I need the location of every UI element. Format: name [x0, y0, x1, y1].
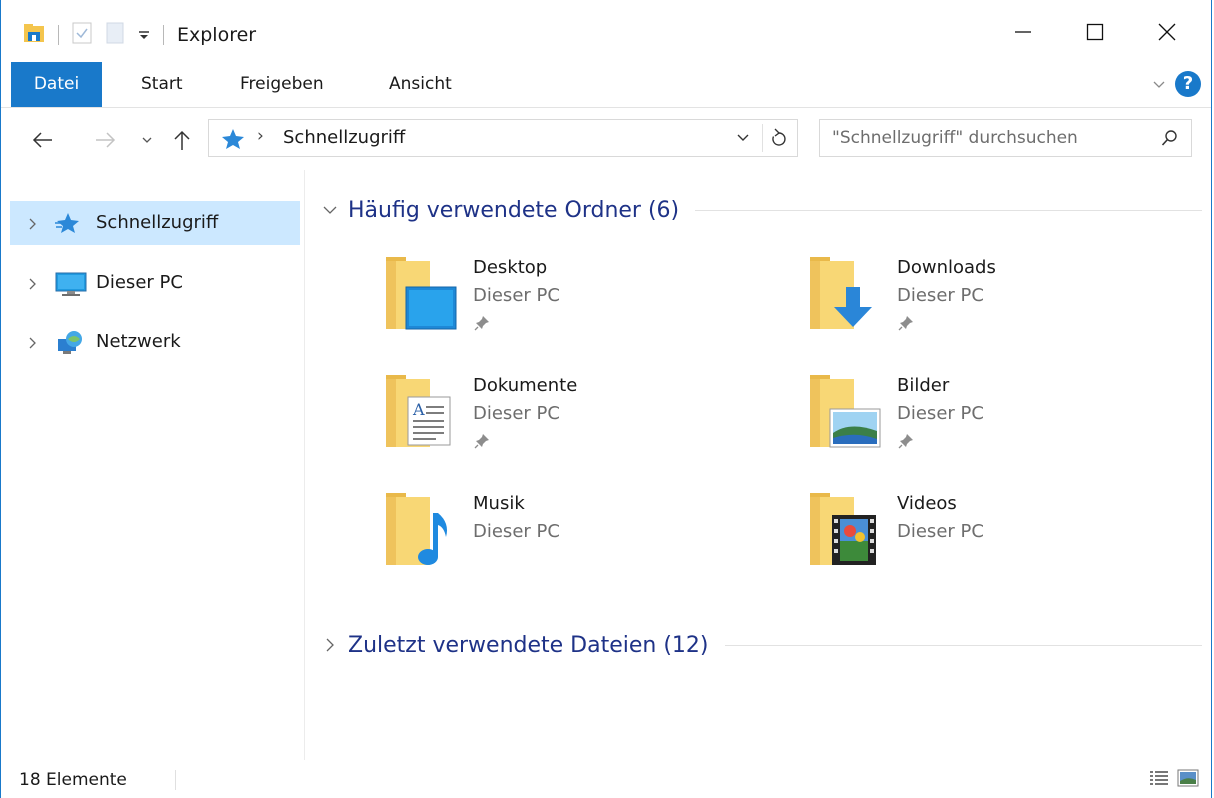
videos-folder-icon [810, 493, 882, 573]
nav-item-netzwerk[interactable]: Netzwerk [10, 320, 300, 364]
nav-item-label: Schnellzugriff [96, 212, 219, 233]
new-folder-icon[interactable] [106, 22, 124, 48]
tab-datei[interactable]: Datei [11, 62, 102, 107]
title-bar: Explorer [1, 0, 1211, 62]
qat-separator [58, 25, 59, 45]
qat-separator [163, 25, 164, 45]
pin-icon [474, 315, 490, 335]
help-icon[interactable]: ? [1175, 71, 1201, 97]
address-history-chevron-icon[interactable] [735, 130, 751, 150]
desktop-folder-icon [386, 257, 458, 337]
explorer-folder-icon[interactable] [23, 22, 45, 48]
status-bar: 18 Elemente [1, 760, 1211, 798]
nav-item-label: Dieser PC [96, 272, 183, 293]
folder-tile-musik[interactable]: Musik Dieser PC [386, 493, 766, 593]
folder-name: Musik [473, 493, 525, 514]
nav-item-label: Netzwerk [96, 331, 181, 352]
details-view-icon[interactable] [1149, 769, 1169, 791]
content-pane: Häufig verwendete Ordner (6) Desktop Die… [306, 170, 1206, 760]
minimize-button[interactable] [987, 8, 1059, 56]
minimize-icon [1015, 31, 1031, 33]
folder-name: Downloads [897, 257, 996, 278]
group-header-frequent-folders[interactable]: Häufig verwendete Ordner (6) [322, 192, 1202, 228]
folder-location: Dieser PC [897, 403, 984, 424]
folder-location: Dieser PC [473, 403, 560, 424]
quick-access-star-icon [54, 211, 80, 239]
maximize-button[interactable] [1059, 8, 1131, 56]
folder-location: Dieser PC [897, 285, 984, 306]
expand-chevron-icon[interactable] [28, 335, 38, 354]
folder-tile-dokumente[interactable]: A Dokumente Dieser PC [386, 375, 766, 475]
customize-toolbar-dropdown-icon[interactable] [138, 26, 150, 45]
search-box [819, 119, 1192, 157]
navigation-bar: › Schnellzugriff [1, 108, 1211, 170]
folder-tile-bilder[interactable]: Bilder Dieser PC [810, 375, 1190, 475]
expand-ribbon-chevron-icon[interactable] [1151, 76, 1167, 96]
nav-item-schnellzugriff[interactable]: Schnellzugriff [10, 201, 300, 245]
documents-folder-icon: A [386, 375, 458, 455]
pin-icon [898, 433, 914, 453]
expand-chevron-icon[interactable] [322, 637, 340, 653]
downloads-folder-icon [810, 257, 882, 337]
explorer-window: Explorer Datei Start Freigeben Ansicht ?… [0, 0, 1212, 798]
expand-chevron-icon[interactable] [28, 216, 38, 235]
breadcrumb-current[interactable]: Schnellzugriff [283, 127, 405, 148]
group-header-recent-files[interactable]: Zuletzt verwendete Dateien (12) [322, 627, 1202, 663]
network-icon [54, 330, 86, 360]
group-title: Zuletzt verwendete Dateien (12) [348, 632, 709, 658]
collapse-chevron-icon[interactable] [322, 204, 340, 216]
item-count: 18 Elemente [19, 770, 127, 790]
group-title: Häufig verwendete Ordner (6) [348, 197, 680, 223]
folder-location: Dieser PC [473, 285, 560, 306]
search-icon[interactable] [1161, 129, 1179, 151]
folder-tile-videos[interactable]: Videos Dieser PC [810, 493, 1190, 593]
folder-tile-desktop[interactable]: Desktop Dieser PC [386, 257, 766, 357]
folder-location: Dieser PC [897, 521, 984, 542]
music-folder-icon [386, 493, 458, 573]
refresh-icon[interactable] [769, 127, 789, 153]
window-title: Explorer [177, 24, 257, 46]
folder-tile-downloads[interactable]: Downloads Dieser PC [810, 257, 1190, 357]
group-divider [695, 209, 1202, 211]
close-button[interactable] [1131, 8, 1203, 56]
up-arrow-icon[interactable] [168, 126, 196, 154]
tab-start[interactable]: Start [141, 62, 183, 107]
folder-location: Dieser PC [473, 521, 560, 542]
group-divider [724, 644, 1202, 646]
forward-arrow-icon[interactable] [91, 126, 119, 154]
expand-chevron-icon[interactable] [28, 276, 38, 295]
search-input[interactable] [832, 125, 1132, 151]
status-divider [175, 770, 176, 790]
quick-access-toolbar: Explorer [23, 20, 256, 50]
properties-icon[interactable] [72, 22, 92, 48]
navigation-pane: Schnellzugriff Dieser PC Netzwerk [1, 170, 305, 760]
pin-icon [474, 433, 490, 453]
breadcrumb-separator[interactable]: › [257, 126, 264, 146]
maximize-icon [1086, 23, 1104, 41]
quick-access-star-icon [221, 128, 245, 154]
nav-item-dieser-pc[interactable]: Dieser PC [10, 261, 300, 305]
back-arrow-icon[interactable] [29, 126, 57, 154]
address-bar[interactable]: › Schnellzugriff [208, 119, 798, 157]
pictures-folder-icon [810, 375, 882, 455]
folder-name: Bilder [897, 375, 950, 396]
folder-name: Desktop [473, 257, 548, 278]
recent-locations-chevron-icon[interactable] [133, 126, 161, 154]
tab-ansicht[interactable]: Ansicht [389, 62, 452, 107]
close-icon [1158, 23, 1176, 41]
tab-freigeben[interactable]: Freigeben [240, 62, 324, 107]
folder-name: Videos [897, 493, 957, 514]
computer-icon [54, 271, 88, 301]
large-icons-view-icon[interactable] [1177, 769, 1199, 791]
pin-icon [898, 315, 914, 335]
svg-text:A: A [412, 400, 425, 419]
ribbon-tabs: Datei Start Freigeben Ansicht ? [1, 62, 1211, 108]
folder-name: Dokumente [473, 375, 578, 396]
address-divider [762, 124, 763, 152]
